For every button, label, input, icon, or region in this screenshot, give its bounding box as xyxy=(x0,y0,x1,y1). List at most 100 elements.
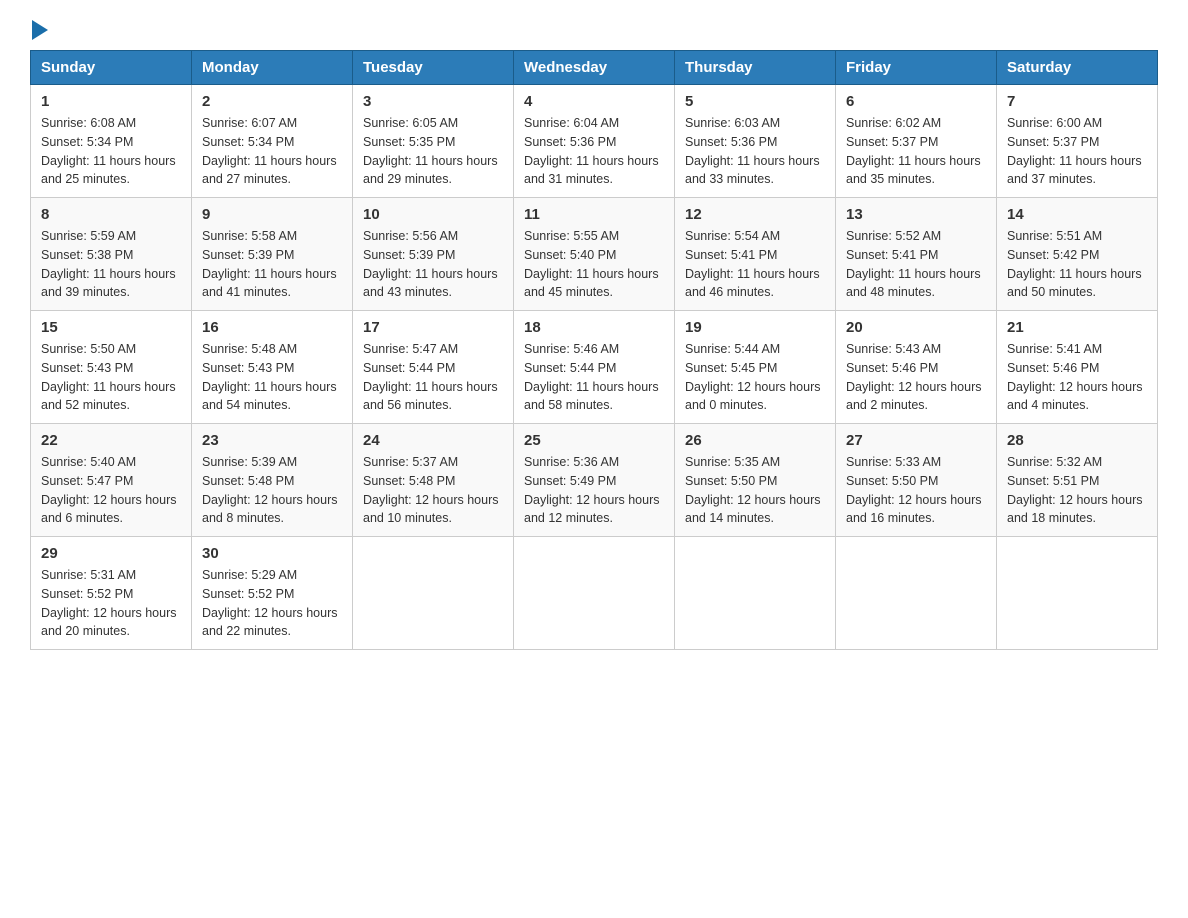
page-header xyxy=(30,20,1158,40)
logo xyxy=(30,20,50,40)
day-number: 24 xyxy=(363,432,503,449)
calendar-table: SundayMondayTuesdayWednesdayThursdayFrid… xyxy=(30,50,1158,650)
day-info: Sunrise: 5:33 AMSunset: 5:50 PMDaylight:… xyxy=(846,453,986,528)
day-number: 10 xyxy=(363,206,503,223)
calendar-cell: 21 Sunrise: 5:41 AMSunset: 5:46 PMDayligh… xyxy=(997,311,1158,424)
day-number: 29 xyxy=(41,545,181,562)
calendar-week-row: 29 Sunrise: 5:31 AMSunset: 5:52 PMDayligh… xyxy=(31,537,1158,650)
day-number: 8 xyxy=(41,206,181,223)
day-info: Sunrise: 5:43 AMSunset: 5:46 PMDaylight:… xyxy=(846,340,986,415)
calendar-cell: 8 Sunrise: 5:59 AMSunset: 5:38 PMDaylight… xyxy=(31,198,192,311)
calendar-cell: 14 Sunrise: 5:51 AMSunset: 5:42 PMDayligh… xyxy=(997,198,1158,311)
header-cell-wednesday: Wednesday xyxy=(514,51,675,85)
calendar-cell: 24 Sunrise: 5:37 AMSunset: 5:48 PMDayligh… xyxy=(353,424,514,537)
calendar-cell: 23 Sunrise: 5:39 AMSunset: 5:48 PMDayligh… xyxy=(192,424,353,537)
header-cell-tuesday: Tuesday xyxy=(353,51,514,85)
day-number: 7 xyxy=(1007,93,1147,110)
calendar-cell: 1 Sunrise: 6:08 AMSunset: 5:34 PMDaylight… xyxy=(31,85,192,198)
day-number: 18 xyxy=(524,319,664,336)
day-number: 23 xyxy=(202,432,342,449)
calendar-cell: 30 Sunrise: 5:29 AMSunset: 5:52 PMDayligh… xyxy=(192,537,353,650)
calendar-week-row: 1 Sunrise: 6:08 AMSunset: 5:34 PMDaylight… xyxy=(31,85,1158,198)
day-number: 30 xyxy=(202,545,342,562)
calendar-week-row: 22Sunrise: 5:40 AMSunset: 5:47 PMDayligh… xyxy=(31,424,1158,537)
header-cell-friday: Friday xyxy=(836,51,997,85)
calendar-cell: 6 Sunrise: 6:02 AMSunset: 5:37 PMDaylight… xyxy=(836,85,997,198)
calendar-cell: 13Sunrise: 5:52 AMSunset: 5:41 PMDayligh… xyxy=(836,198,997,311)
day-info: Sunrise: 6:07 AMSunset: 5:34 PMDaylight:… xyxy=(202,114,342,189)
calendar-cell: 15 Sunrise: 5:50 AMSunset: 5:43 PMDayligh… xyxy=(31,311,192,424)
calendar-cell xyxy=(997,537,1158,650)
day-info: Sunrise: 6:02 AMSunset: 5:37 PMDaylight:… xyxy=(846,114,986,189)
calendar-cell: 5Sunrise: 6:03 AMSunset: 5:36 PMDaylight… xyxy=(675,85,836,198)
day-info: Sunrise: 5:29 AMSunset: 5:52 PMDaylight:… xyxy=(202,566,342,641)
calendar-cell: 16 Sunrise: 5:48 AMSunset: 5:43 PMDayligh… xyxy=(192,311,353,424)
day-number: 1 xyxy=(41,93,181,110)
day-number: 3 xyxy=(363,93,503,110)
day-number: 20 xyxy=(846,319,986,336)
calendar-cell xyxy=(675,537,836,650)
day-number: 26 xyxy=(685,432,825,449)
calendar-cell: 10 Sunrise: 5:56 AMSunset: 5:39 PMDayligh… xyxy=(353,198,514,311)
calendar-cell: 20 Sunrise: 5:43 AMSunset: 5:46 PMDayligh… xyxy=(836,311,997,424)
day-info: Sunrise: 5:39 AMSunset: 5:48 PMDaylight:… xyxy=(202,453,342,528)
day-info: Sunrise: 5:54 AMSunset: 5:41 PMDaylight:… xyxy=(685,227,825,302)
calendar-cell: 28 Sunrise: 5:32 AMSunset: 5:51 PMDayligh… xyxy=(997,424,1158,537)
day-number: 21 xyxy=(1007,319,1147,336)
calendar-header-row: SundayMondayTuesdayWednesdayThursdayFrid… xyxy=(31,51,1158,85)
calendar-cell: 18Sunrise: 5:46 AMSunset: 5:44 PMDayligh… xyxy=(514,311,675,424)
day-number: 9 xyxy=(202,206,342,223)
calendar-cell: 25Sunrise: 5:36 AMSunset: 5:49 PMDayligh… xyxy=(514,424,675,537)
header-cell-sunday: Sunday xyxy=(31,51,192,85)
day-info: Sunrise: 5:31 AMSunset: 5:52 PMDaylight:… xyxy=(41,566,181,641)
day-info: Sunrise: 5:41 AMSunset: 5:46 PMDaylight:… xyxy=(1007,340,1147,415)
logo-arrow-icon xyxy=(32,20,48,40)
calendar-cell: 11 Sunrise: 5:55 AMSunset: 5:40 PMDayligh… xyxy=(514,198,675,311)
day-info: Sunrise: 5:58 AMSunset: 5:39 PMDaylight:… xyxy=(202,227,342,302)
day-number: 4 xyxy=(524,93,664,110)
calendar-cell: 2 Sunrise: 6:07 AMSunset: 5:34 PMDaylight… xyxy=(192,85,353,198)
day-number: 15 xyxy=(41,319,181,336)
day-info: Sunrise: 6:00 AMSunset: 5:37 PMDaylight:… xyxy=(1007,114,1147,189)
day-info: Sunrise: 6:05 AMSunset: 5:35 PMDaylight:… xyxy=(363,114,503,189)
day-info: Sunrise: 6:08 AMSunset: 5:34 PMDaylight:… xyxy=(41,114,181,189)
calendar-week-row: 15 Sunrise: 5:50 AMSunset: 5:43 PMDayligh… xyxy=(31,311,1158,424)
day-info: Sunrise: 5:32 AMSunset: 5:51 PMDaylight:… xyxy=(1007,453,1147,528)
day-info: Sunrise: 5:37 AMSunset: 5:48 PMDaylight:… xyxy=(363,453,503,528)
day-info: Sunrise: 5:56 AMSunset: 5:39 PMDaylight:… xyxy=(363,227,503,302)
day-number: 12 xyxy=(685,206,825,223)
header-cell-thursday: Thursday xyxy=(675,51,836,85)
day-number: 16 xyxy=(202,319,342,336)
calendar-cell xyxy=(353,537,514,650)
calendar-cell: 3 Sunrise: 6:05 AMSunset: 5:35 PMDaylight… xyxy=(353,85,514,198)
calendar-cell: 12 Sunrise: 5:54 AMSunset: 5:41 PMDayligh… xyxy=(675,198,836,311)
day-info: Sunrise: 5:52 AMSunset: 5:41 PMDaylight:… xyxy=(846,227,986,302)
day-number: 22 xyxy=(41,432,181,449)
day-number: 6 xyxy=(846,93,986,110)
calendar-cell xyxy=(514,537,675,650)
day-info: Sunrise: 5:35 AMSunset: 5:50 PMDaylight:… xyxy=(685,453,825,528)
day-info: Sunrise: 5:51 AMSunset: 5:42 PMDaylight:… xyxy=(1007,227,1147,302)
calendar-cell: 29 Sunrise: 5:31 AMSunset: 5:52 PMDayligh… xyxy=(31,537,192,650)
calendar-cell: 4 Sunrise: 6:04 AMSunset: 5:36 PMDaylight… xyxy=(514,85,675,198)
calendar-cell: 19Sunrise: 5:44 AMSunset: 5:45 PMDayligh… xyxy=(675,311,836,424)
day-info: Sunrise: 5:50 AMSunset: 5:43 PMDaylight:… xyxy=(41,340,181,415)
calendar-cell: 22Sunrise: 5:40 AMSunset: 5:47 PMDayligh… xyxy=(31,424,192,537)
day-info: Sunrise: 5:55 AMSunset: 5:40 PMDaylight:… xyxy=(524,227,664,302)
day-number: 28 xyxy=(1007,432,1147,449)
day-number: 11 xyxy=(524,206,664,223)
day-number: 27 xyxy=(846,432,986,449)
day-info: Sunrise: 5:48 AMSunset: 5:43 PMDaylight:… xyxy=(202,340,342,415)
calendar-cell xyxy=(836,537,997,650)
day-info: Sunrise: 5:44 AMSunset: 5:45 PMDaylight:… xyxy=(685,340,825,415)
day-number: 2 xyxy=(202,93,342,110)
day-info: Sunrise: 5:59 AMSunset: 5:38 PMDaylight:… xyxy=(41,227,181,302)
day-number: 14 xyxy=(1007,206,1147,223)
day-number: 5 xyxy=(685,93,825,110)
day-info: Sunrise: 6:04 AMSunset: 5:36 PMDaylight:… xyxy=(524,114,664,189)
day-info: Sunrise: 5:47 AMSunset: 5:44 PMDaylight:… xyxy=(363,340,503,415)
calendar-cell: 27 Sunrise: 5:33 AMSunset: 5:50 PMDayligh… xyxy=(836,424,997,537)
calendar-cell: 9 Sunrise: 5:58 AMSunset: 5:39 PMDaylight… xyxy=(192,198,353,311)
header-cell-monday: Monday xyxy=(192,51,353,85)
day-number: 17 xyxy=(363,319,503,336)
